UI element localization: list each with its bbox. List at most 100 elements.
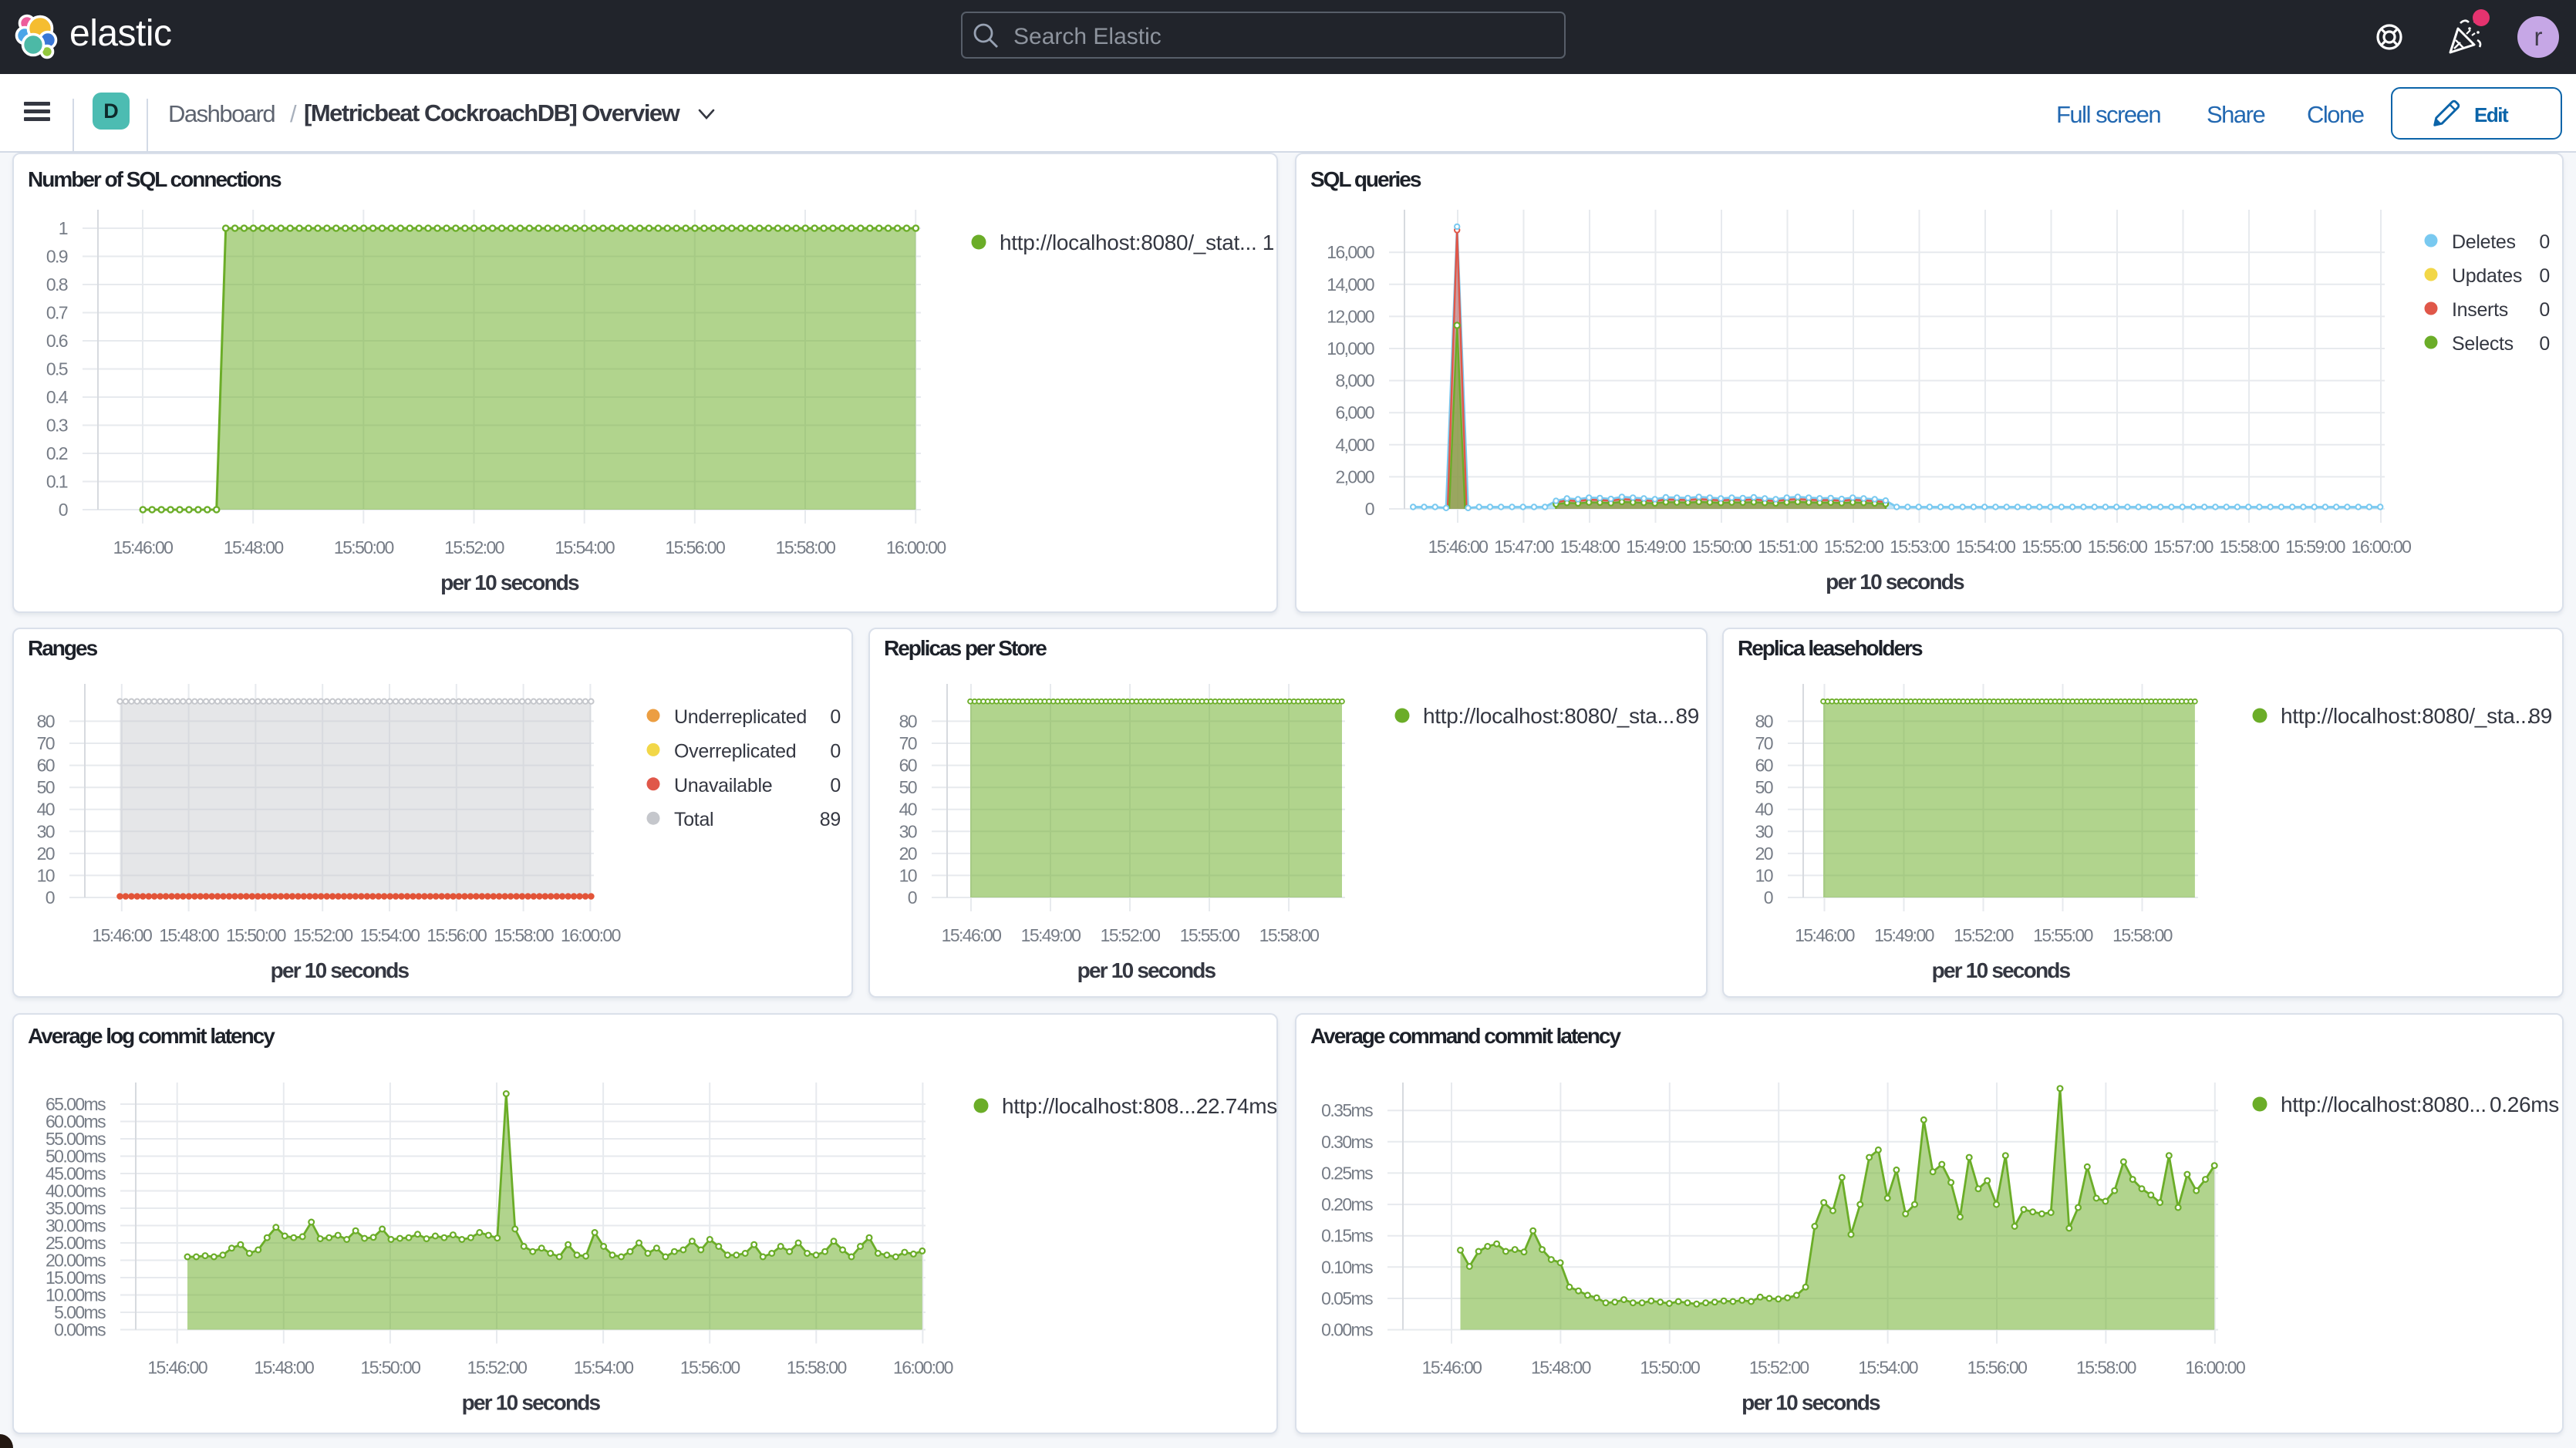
- svg-text:6,000: 6,000: [1335, 402, 1374, 423]
- svg-text:0.3: 0.3: [46, 416, 68, 436]
- svg-text:per 10 seconds: per 10 seconds: [1932, 958, 2071, 982]
- svg-text:5.00ms: 5.00ms: [54, 1302, 106, 1322]
- svg-text:50: 50: [899, 777, 917, 797]
- svg-text:30.00ms: 30.00ms: [46, 1216, 106, 1236]
- svg-text:15:46:00: 15:46:00: [113, 537, 174, 557]
- svg-text:0.6: 0.6: [46, 331, 68, 351]
- svg-text:15:52:00: 15:52:00: [467, 1358, 528, 1378]
- svg-text:http://localhost:8080/_sta...: http://localhost:8080/_sta...: [2281, 704, 2532, 728]
- svg-text:15:55:00: 15:55:00: [1180, 925, 1240, 945]
- svg-text:0.26ms: 0.26ms: [2490, 1093, 2559, 1116]
- svg-text:16:00:00: 16:00:00: [2352, 537, 2412, 557]
- svg-text:15:49:00: 15:49:00: [1021, 925, 1081, 945]
- svg-text:16:00:00: 16:00:00: [2185, 1358, 2245, 1378]
- svg-text:60: 60: [899, 756, 917, 776]
- svg-text:per 10 seconds: per 10 seconds: [1077, 958, 1216, 982]
- svg-text:0.00ms: 0.00ms: [1321, 1320, 1373, 1340]
- svg-text:http://localhost:808...: http://localhost:808...: [1002, 1094, 1196, 1118]
- svg-text:15:58:00: 15:58:00: [787, 1358, 847, 1378]
- svg-text:50: 50: [37, 777, 55, 797]
- svg-text:15:56:00: 15:56:00: [680, 1358, 740, 1378]
- svg-text:15:46:00: 15:46:00: [1422, 1358, 1482, 1378]
- svg-text:20.00ms: 20.00ms: [46, 1251, 106, 1271]
- svg-text:15:46:00: 15:46:00: [942, 925, 1002, 945]
- svg-text:Deletes: Deletes: [2452, 231, 2516, 253]
- svg-text:15:56:00: 15:56:00: [1967, 1358, 2028, 1378]
- svg-text:15:56:00: 15:56:00: [2088, 537, 2148, 557]
- svg-text:15:52:00: 15:52:00: [1101, 925, 1161, 945]
- svg-text:15:54:00: 15:54:00: [1858, 1358, 1918, 1378]
- svg-text:40: 40: [1755, 800, 1773, 820]
- svg-text:70: 70: [1755, 733, 1773, 753]
- svg-text:0: 0: [830, 706, 841, 728]
- svg-text:15:55:00: 15:55:00: [2033, 925, 2093, 945]
- svg-text:15:55:00: 15:55:00: [2021, 537, 2082, 557]
- svg-text:15:47:00: 15:47:00: [1494, 537, 1554, 557]
- svg-text:http://localhost:8080...: http://localhost:8080...: [2281, 1093, 2487, 1116]
- svg-text:0.1: 0.1: [46, 472, 68, 492]
- svg-text:Inserts: Inserts: [2452, 299, 2508, 321]
- svg-text:16,000: 16,000: [1327, 242, 1374, 262]
- svg-text:http://localhost:8080/_sta...: http://localhost:8080/_sta...: [1423, 704, 1674, 728]
- svg-text:15:59:00: 15:59:00: [2285, 537, 2345, 557]
- svg-text:15:48:00: 15:48:00: [1560, 537, 1620, 557]
- svg-text:0: 0: [2539, 333, 2550, 355]
- svg-text:15:56:00: 15:56:00: [427, 925, 487, 945]
- svg-text:0.5: 0.5: [46, 359, 68, 379]
- svg-text:20: 20: [899, 844, 917, 864]
- svg-text:10.00ms: 10.00ms: [46, 1285, 106, 1305]
- svg-text:10: 10: [899, 865, 917, 885]
- svg-text:25.00ms: 25.00ms: [46, 1233, 106, 1253]
- svg-text:15.00ms: 15.00ms: [46, 1268, 106, 1288]
- svg-text:15:53:00: 15:53:00: [1890, 537, 1950, 557]
- svg-text:30: 30: [37, 821, 55, 841]
- svg-text:15:49:00: 15:49:00: [1874, 925, 1934, 945]
- svg-text:15:54:00: 15:54:00: [574, 1358, 634, 1378]
- svg-text:15:51:00: 15:51:00: [1758, 537, 1818, 557]
- svg-text:0: 0: [830, 740, 841, 762]
- svg-text:40: 40: [899, 800, 917, 820]
- svg-text:15:52:00: 15:52:00: [444, 537, 504, 557]
- svg-text:15:50:00: 15:50:00: [334, 537, 394, 557]
- svg-text:60: 60: [1755, 756, 1773, 776]
- svg-text:0.9: 0.9: [46, 247, 68, 267]
- svg-text:0: 0: [1764, 887, 1773, 908]
- svg-text:35.00ms: 35.00ms: [46, 1198, 106, 1218]
- svg-text:Unavailable: Unavailable: [674, 775, 772, 796]
- svg-text:per 10 seconds: per 10 seconds: [271, 958, 410, 982]
- svg-text:15:48:00: 15:48:00: [159, 925, 219, 945]
- svg-text:0: 0: [2539, 265, 2550, 287]
- svg-text:89: 89: [1675, 704, 1699, 728]
- svg-text:15:46:00: 15:46:00: [1795, 925, 1855, 945]
- svg-text:15:56:00: 15:56:00: [665, 537, 725, 557]
- svg-text:0.8: 0.8: [46, 274, 68, 295]
- svg-text:89: 89: [820, 809, 841, 830]
- svg-text:15:54:00: 15:54:00: [555, 537, 615, 557]
- svg-text:80: 80: [899, 711, 917, 731]
- svg-text:8,000: 8,000: [1335, 371, 1374, 391]
- svg-text:Overreplicated: Overreplicated: [674, 740, 796, 762]
- svg-text:10: 10: [37, 865, 55, 885]
- svg-text:Updates: Updates: [2452, 265, 2522, 287]
- svg-text:12,000: 12,000: [1327, 306, 1374, 326]
- svg-text:16:00:00: 16:00:00: [561, 925, 621, 945]
- svg-text:15:48:00: 15:48:00: [254, 1358, 314, 1378]
- svg-text:0.25ms: 0.25ms: [1321, 1163, 1373, 1183]
- svg-text:70: 70: [899, 733, 917, 753]
- svg-text:30: 30: [1755, 821, 1773, 841]
- svg-text:0: 0: [1365, 499, 1374, 519]
- svg-text:15:50:00: 15:50:00: [1640, 1358, 1700, 1378]
- svg-text:15:49:00: 15:49:00: [1626, 537, 1686, 557]
- svg-text:15:58:00: 15:58:00: [2112, 925, 2173, 945]
- svg-text:55.00ms: 55.00ms: [46, 1129, 106, 1149]
- svg-text:50.00ms: 50.00ms: [46, 1147, 106, 1167]
- svg-text:22.74ms: 22.74ms: [1196, 1094, 1277, 1118]
- svg-text:15:58:00: 15:58:00: [2076, 1358, 2136, 1378]
- svg-text:15:58:00: 15:58:00: [2220, 537, 2280, 557]
- svg-text:15:58:00: 15:58:00: [1259, 925, 1320, 945]
- svg-text:45.00ms: 45.00ms: [46, 1163, 106, 1184]
- svg-text:15:54:00: 15:54:00: [1956, 537, 2016, 557]
- svg-text:15:58:00: 15:58:00: [776, 537, 836, 557]
- svg-text:15:50:00: 15:50:00: [1692, 537, 1752, 557]
- svg-text:0.10ms: 0.10ms: [1321, 1257, 1373, 1277]
